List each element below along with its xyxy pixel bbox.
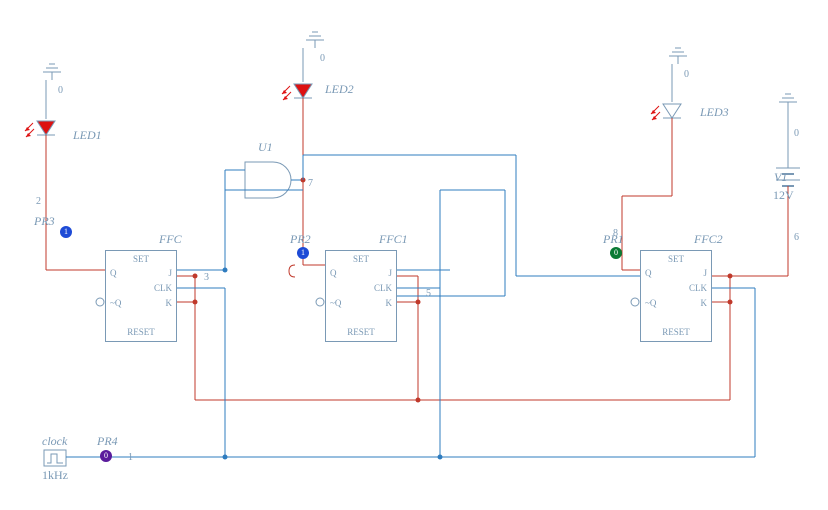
pr2-probe: 1 (297, 247, 309, 259)
net-0: 0 (320, 53, 325, 64)
pr1-probe: 0 (610, 247, 622, 259)
net-8: 8 (613, 228, 618, 239)
net-5: 5 (426, 288, 431, 299)
port-reset: RESET (127, 328, 155, 337)
ffc1-label: FFC1 (379, 232, 408, 247)
pr3-probe: 1 (60, 226, 72, 238)
led2-symbol (282, 84, 312, 100)
port-j: J (168, 269, 172, 278)
clock-label: clock (42, 434, 67, 449)
ground-icon (43, 64, 61, 80)
net-0: 0 (684, 69, 689, 80)
led1-symbol (25, 121, 55, 137)
ffc1-flipflop: SET RESET Q ~Q J K CLK (325, 250, 397, 342)
clock-source-icon (44, 450, 66, 466)
led3-symbol (651, 104, 681, 120)
v1-label: V1 (774, 170, 787, 185)
port-set: SET (133, 255, 149, 264)
pr3-label: PR3 (34, 214, 55, 229)
net-3: 3 (204, 272, 209, 283)
led3-label: LED3 (700, 105, 729, 120)
port-k: K (166, 299, 173, 308)
ffc2-flipflop: SET RESET Q ~Q J K CLK (640, 250, 712, 342)
net-6: 6 (794, 232, 799, 243)
pr4-probe: 0 (100, 450, 112, 462)
net-1: 1 (128, 452, 133, 463)
ground-icon (779, 94, 797, 110)
ground-icon (669, 48, 687, 64)
port-clk: CLK (154, 284, 172, 293)
port-nq: ~Q (110, 299, 121, 308)
v1-value: 12V (773, 188, 794, 203)
port-q: Q (110, 269, 117, 278)
ffc-flipflop: SET RESET Q ~Q J K CLK (105, 250, 177, 342)
ground-icon (306, 32, 324, 48)
led2-label: LED2 (325, 82, 354, 97)
ffc-label: FFC (159, 232, 182, 247)
net-0: 0 (794, 128, 799, 139)
clock-freq: 1kHz (42, 468, 68, 483)
pr4-label: PR4 (97, 434, 118, 449)
net-2: 2 (36, 196, 41, 207)
u1-label: U1 (258, 140, 273, 155)
pr2-label: PR2 (290, 232, 311, 247)
ffc2-label: FFC2 (694, 232, 723, 247)
net-7: 7 (308, 178, 313, 189)
net-0: 0 (58, 85, 63, 96)
and-gate (225, 162, 303, 198)
led1-label: LED1 (73, 128, 102, 143)
